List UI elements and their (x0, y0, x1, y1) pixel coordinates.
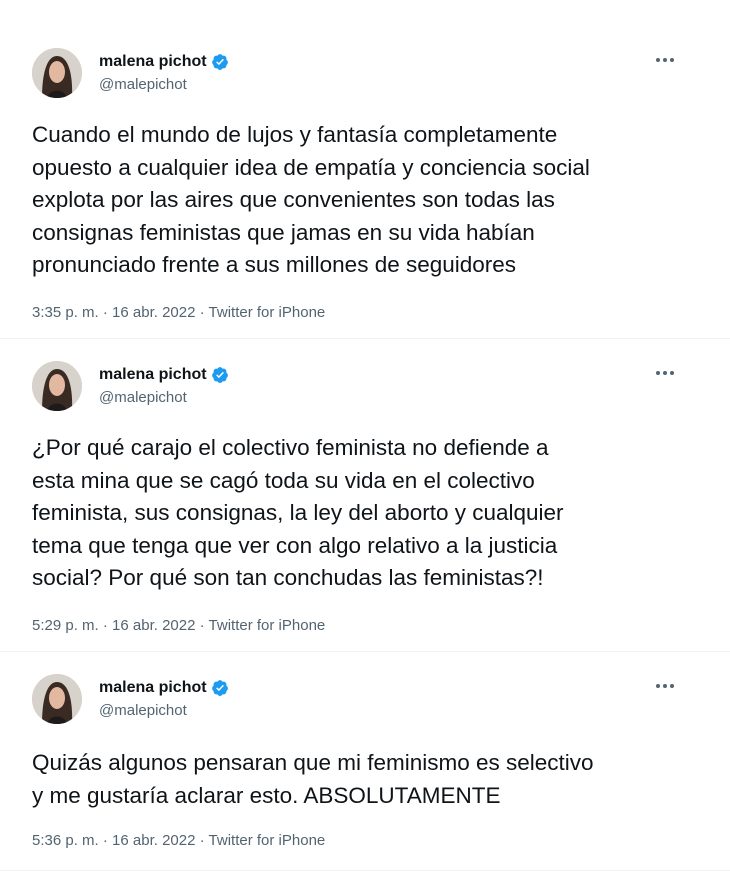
more-options-icon[interactable] (652, 678, 678, 694)
tweet-date[interactable]: 16 abr. 2022 (112, 832, 195, 849)
tweet-meta: 3:35 p. m. · 16 abr. 2022 · Twitter for … (32, 304, 325, 321)
more-options-icon[interactable] (652, 365, 678, 381)
meta-separator: · (102, 617, 108, 634)
author-name[interactable]: malena pichot (99, 53, 229, 71)
divider (0, 338, 730, 339)
tweet-time[interactable]: 3:35 p. m. (32, 304, 99, 321)
author-handle[interactable]: @malepichot (99, 702, 187, 719)
meta-separator: · (102, 832, 108, 849)
author-handle[interactable]: @malepichot (99, 389, 187, 406)
author-handle[interactable]: @malepichot (99, 76, 187, 93)
verified-badge-icon (211, 680, 228, 696)
tweet-date[interactable]: 16 abr. 2022 (112, 617, 195, 634)
verified-badge-icon (211, 54, 228, 70)
avatar-image (32, 674, 82, 724)
tweet-text: Quizás algunos pensaran que mi feminismo… (32, 750, 594, 808)
meta-separator: · (199, 832, 205, 849)
author-name-text[interactable]: malena pichot (99, 53, 207, 71)
author-name-text[interactable]: malena pichot (99, 679, 207, 697)
avatar[interactable] (32, 674, 82, 724)
tweet-date[interactable]: 16 abr. 2022 (112, 304, 195, 321)
meta-separator: · (199, 304, 205, 321)
tweet-source[interactable]: Twitter for iPhone (209, 832, 326, 849)
divider (0, 870, 730, 871)
tweet-meta: 5:36 p. m. · 16 abr. 2022 · Twitter for … (32, 832, 325, 849)
avatar[interactable] (32, 361, 82, 411)
more-options-icon[interactable] (652, 52, 678, 68)
author-name[interactable]: malena pichot (99, 366, 229, 384)
tweet-text: ¿Por qué carajo el colectivo feminista n… (32, 435, 564, 590)
verified-badge-icon (211, 367, 228, 383)
tweet-text: Cuando el mundo de lujos y fantasía comp… (32, 122, 590, 277)
tweet-source[interactable]: Twitter for iPhone (209, 617, 326, 634)
author-name-text[interactable]: malena pichot (99, 366, 207, 384)
meta-separator: · (102, 304, 108, 321)
avatar-image (32, 48, 82, 98)
avatar[interactable] (32, 48, 82, 98)
tweet-time[interactable]: 5:29 p. m. (32, 617, 99, 634)
avatar-image (32, 361, 82, 411)
tweet-meta: 5:29 p. m. · 16 abr. 2022 · Twitter for … (32, 617, 325, 634)
divider (0, 651, 730, 652)
author-name[interactable]: malena pichot (99, 679, 229, 697)
tweet-time[interactable]: 5:36 p. m. (32, 832, 99, 849)
meta-separator: · (199, 617, 205, 634)
tweet-source[interactable]: Twitter for iPhone (209, 304, 326, 321)
